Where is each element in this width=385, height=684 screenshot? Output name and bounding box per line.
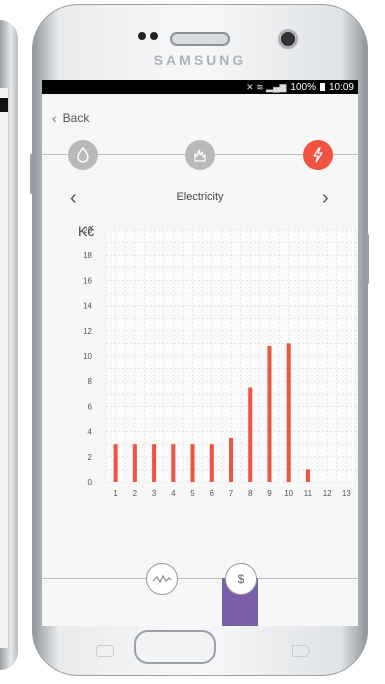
adjacent-phone-edge bbox=[0, 20, 18, 670]
bar bbox=[209, 444, 214, 482]
bar bbox=[171, 444, 176, 482]
utility-water-button[interactable] bbox=[68, 140, 98, 170]
home-key[interactable] bbox=[134, 630, 216, 664]
bar bbox=[286, 343, 291, 482]
x-tick-label: 3 bbox=[152, 489, 157, 498]
bar bbox=[229, 437, 233, 482]
y-tick-label: 18 bbox=[83, 251, 92, 260]
x-tick-label: 8 bbox=[248, 489, 253, 498]
y-tick-label: 12 bbox=[83, 327, 92, 336]
signal-icon: ✕ ≋ ▂▄▆ bbox=[246, 81, 287, 92]
status-bar: ✕ ≋ ▂▄▆ 100% 10:09 bbox=[42, 80, 358, 94]
wave-chart-icon bbox=[152, 574, 172, 584]
volume-button bbox=[30, 154, 33, 194]
bar bbox=[190, 444, 195, 482]
chevron-left-icon: ‹ bbox=[52, 110, 57, 126]
x-tick-label: 9 bbox=[267, 489, 272, 498]
x-tick-label: 7 bbox=[229, 489, 234, 498]
front-camera bbox=[278, 29, 298, 49]
electricity-cost-chart: Kč024681012141618201 2 3 4 5 6 7 8 9 10 11 12 13 bbox=[78, 223, 357, 498]
sensor-dot bbox=[150, 32, 158, 40]
x-tick-label: 11 bbox=[304, 489, 313, 498]
back-label: Back bbox=[62, 111, 90, 125]
dollar-icon: $ bbox=[237, 572, 245, 586]
adjacent-phone-statusbar bbox=[0, 98, 8, 112]
battery-level: 100% bbox=[290, 81, 316, 93]
y-tick-label: 2 bbox=[88, 453, 93, 462]
next-arrow-icon[interactable]: › bbox=[322, 188, 329, 208]
y-tick-label: 6 bbox=[88, 402, 93, 411]
page-title: Electricity bbox=[176, 191, 224, 203]
x-tick-label: 12 bbox=[323, 489, 332, 498]
y-tick-label: 8 bbox=[88, 377, 93, 386]
sensor-dot bbox=[138, 32, 146, 40]
power-button bbox=[366, 234, 369, 284]
x-tick-label: 5 bbox=[190, 489, 195, 498]
back-key[interactable] bbox=[292, 645, 310, 657]
bar bbox=[248, 387, 253, 482]
recent-apps-key[interactable] bbox=[96, 645, 114, 657]
app-screen: ✕ ≋ ▂▄▆ 100% 10:09 ‹ Back ‹ Electricity … bbox=[42, 80, 358, 626]
back-button[interactable]: ‹ Back bbox=[52, 110, 89, 126]
earpiece-speaker bbox=[170, 32, 230, 46]
consumption-tab-button[interactable] bbox=[146, 563, 178, 595]
lightning-icon bbox=[313, 147, 323, 163]
y-tick-label: 14 bbox=[83, 302, 92, 311]
x-tick-label: 2 bbox=[133, 489, 138, 498]
bar bbox=[113, 444, 118, 482]
flame-icon bbox=[194, 149, 206, 162]
x-tick-label: 6 bbox=[210, 489, 215, 498]
bar bbox=[132, 444, 137, 482]
water-drop-icon bbox=[77, 147, 89, 163]
x-tick-label: 4 bbox=[171, 489, 176, 498]
x-tick-label: 13 bbox=[342, 489, 351, 498]
bar bbox=[152, 444, 157, 482]
cost-tab-button[interactable]: $ bbox=[225, 563, 257, 595]
y-tick-label: 10 bbox=[83, 352, 92, 361]
y-tick-label: 4 bbox=[88, 428, 93, 437]
tab-bar-line bbox=[42, 578, 358, 579]
bar bbox=[305, 469, 310, 482]
y-tick-label: 0 bbox=[88, 478, 93, 487]
utility-electricity-button[interactable] bbox=[303, 140, 333, 170]
bar bbox=[267, 345, 272, 482]
brand-logo: SAMSUNG bbox=[153, 52, 247, 68]
x-tick-label: 10 bbox=[284, 489, 293, 498]
clock: 10:09 bbox=[328, 81, 354, 93]
y-tick-label: 20 bbox=[83, 226, 92, 235]
adjacent-phone-screen bbox=[0, 88, 9, 648]
period-navigator: ‹ Electricity › bbox=[42, 188, 358, 208]
utility-gas-button[interactable] bbox=[185, 140, 215, 170]
y-tick-label: 16 bbox=[83, 276, 92, 285]
battery-icon bbox=[319, 83, 325, 91]
x-tick-label: 1 bbox=[113, 489, 118, 498]
